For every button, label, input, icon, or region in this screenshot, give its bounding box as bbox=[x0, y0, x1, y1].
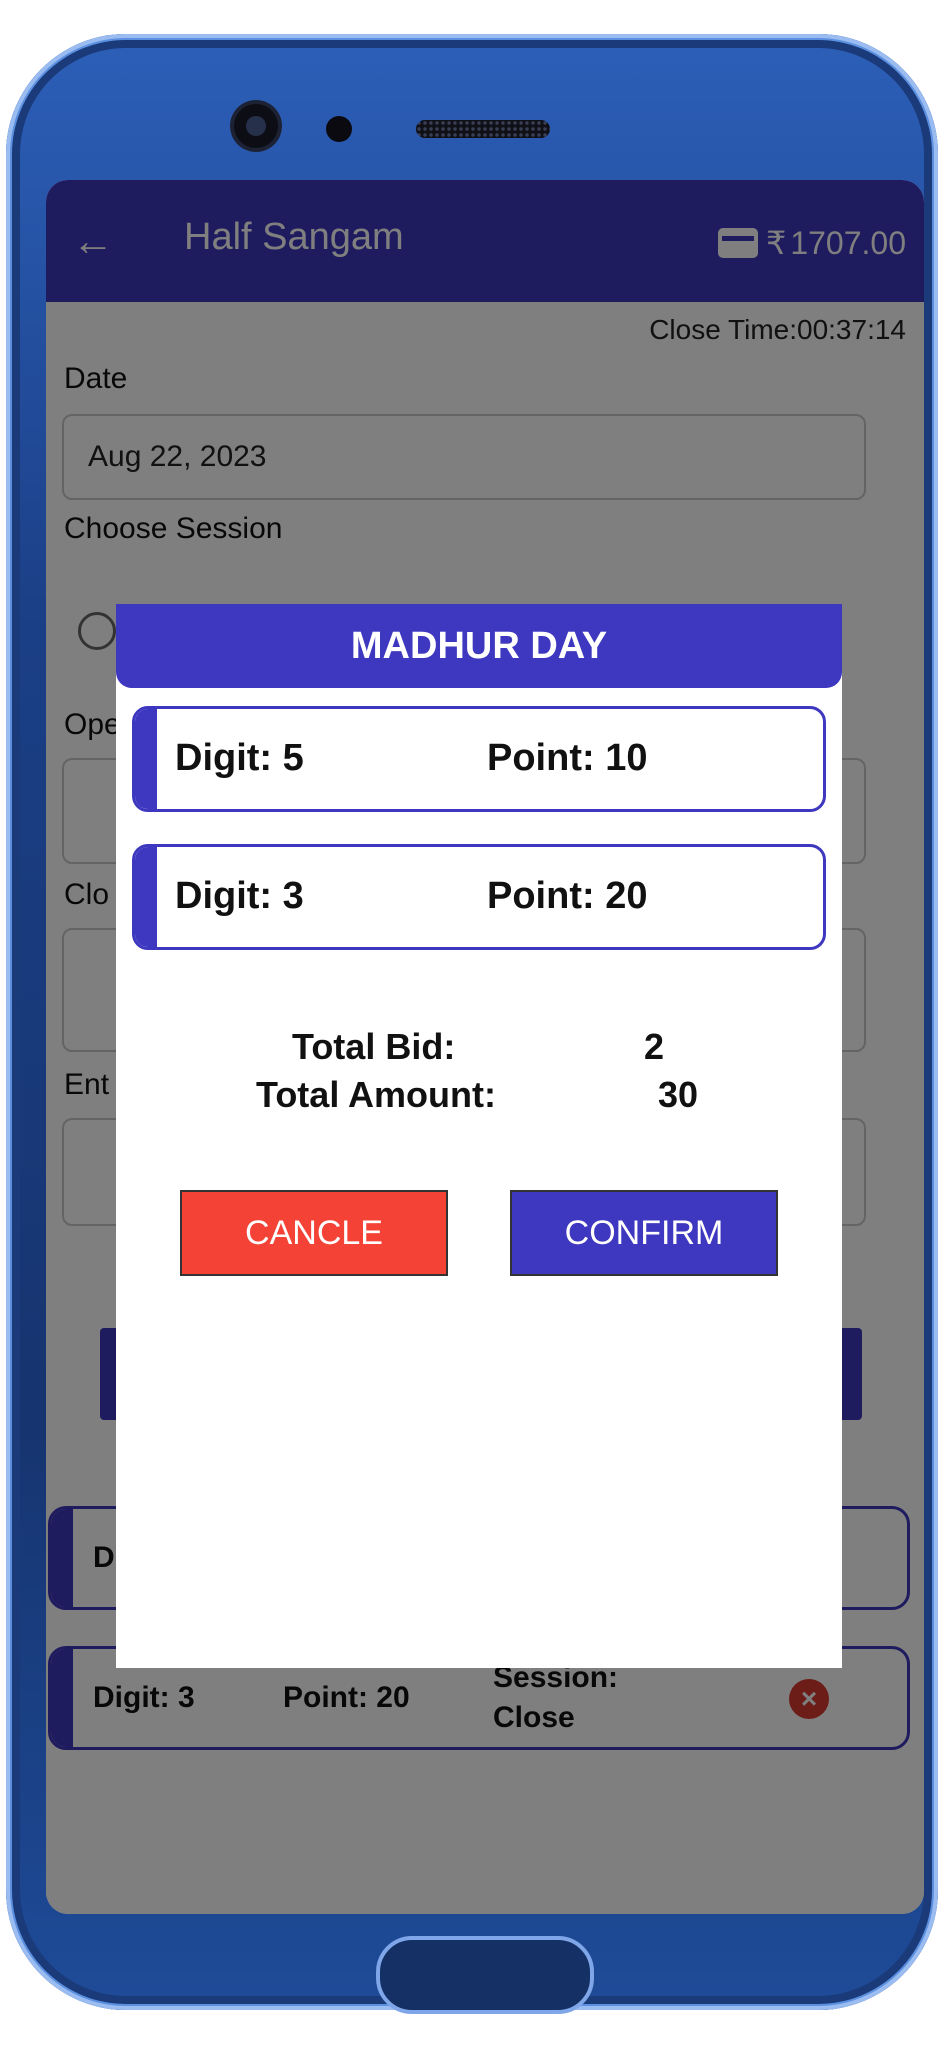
phone-frame: ← Half Sangam ₹ 1707.00 Close Time:00:37… bbox=[6, 34, 938, 2014]
proximity-sensor bbox=[326, 116, 352, 142]
earpiece-speaker bbox=[416, 120, 550, 138]
card-accent bbox=[135, 847, 157, 947]
card-accent bbox=[135, 709, 157, 809]
confirm-button[interactable]: CONFIRM bbox=[510, 1190, 778, 1276]
front-camera bbox=[234, 104, 278, 148]
dialog-bid-point: Point: 20 bbox=[487, 875, 648, 917]
total-bid-value: 2 bbox=[644, 1026, 665, 1067]
dialog-bid-card: Digit: 5 Point: 10 bbox=[132, 706, 826, 812]
total-amount-value: 30 bbox=[658, 1074, 699, 1115]
total-amount-label: Total Amount: bbox=[256, 1074, 496, 1115]
dialog-bid-digit: Digit: 3 bbox=[175, 875, 304, 917]
dialog-bid-digit: Digit: 5 bbox=[175, 737, 304, 779]
dialog-bid-point: Point: 10 bbox=[487, 737, 648, 779]
home-button[interactable] bbox=[376, 1936, 594, 2014]
cancel-button[interactable]: CANCLE bbox=[180, 1190, 448, 1276]
dialog-title: MADHUR DAY bbox=[116, 604, 842, 688]
total-bid-label: Total Bid: bbox=[292, 1026, 456, 1067]
app-screen: ← Half Sangam ₹ 1707.00 Close Time:00:37… bbox=[46, 180, 924, 1914]
dialog-bid-card: Digit: 3 Point: 20 bbox=[132, 844, 826, 950]
confirm-dialog: MADHUR DAY Digit: 5 Point: 10 Digit: 3 P… bbox=[116, 604, 842, 1668]
